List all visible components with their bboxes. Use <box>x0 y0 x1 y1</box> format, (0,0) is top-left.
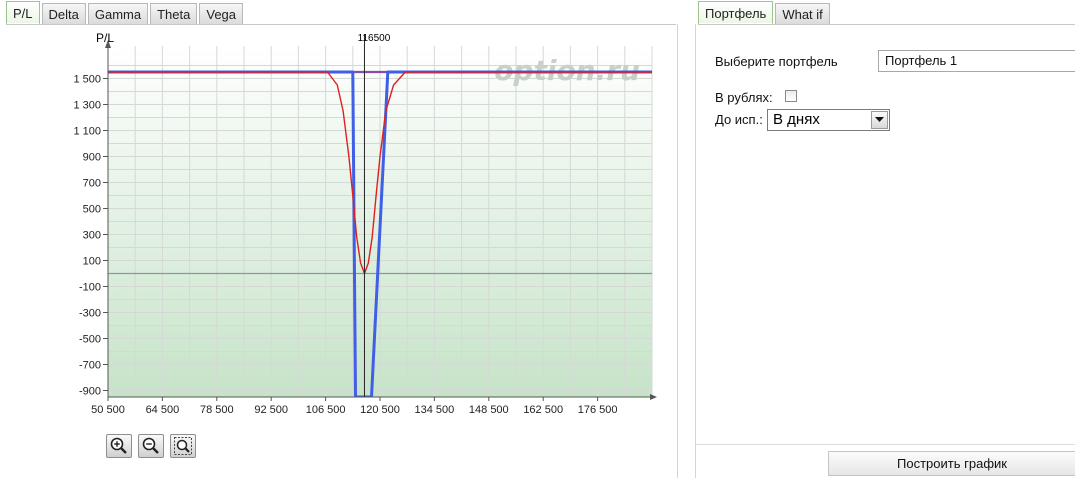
build-chart-button[interactable]: Построить график <box>828 451 1075 476</box>
y-tick-label: -500 <box>79 334 101 346</box>
settings-footer-divider <box>696 444 1075 445</box>
y-tick-label: -300 <box>79 308 101 320</box>
expiry-select[interactable]: В днях <box>767 109 890 131</box>
x-tick-label: 162 500 <box>523 404 563 416</box>
zoom-fit-icon <box>174 437 192 455</box>
rub-checkbox-label: В рублях: <box>715 90 773 105</box>
settings-panel-border <box>695 24 696 478</box>
tab-gamma[interactable]: Gamma <box>87 3 149 25</box>
x-axis-arrow <box>650 394 657 400</box>
portfolio-select[interactable]: Портфель 1 <box>878 50 1075 72</box>
y-tick-label: -700 <box>79 360 101 372</box>
zoom-out-button[interactable] <box>138 434 164 458</box>
y-tick-label: 300 <box>83 230 101 242</box>
zoom-fit-button[interactable] <box>170 434 196 458</box>
rub-checkbox[interactable] <box>785 90 797 102</box>
zoom-in-icon <box>110 437 127 454</box>
chart-tab-bar: P/L Delta Gamma Theta Vega <box>6 1 245 25</box>
x-tick-label: 176 500 <box>578 404 618 416</box>
settings-tab-underline <box>698 24 1075 25</box>
marker-label: 116500 <box>358 33 391 44</box>
y-tick-label: -900 <box>79 386 101 398</box>
tab-portfolio[interactable]: Портфель <box>698 1 774 25</box>
x-tick-label: 92 500 <box>254 404 288 416</box>
tab-vega[interactable]: Vega <box>199 3 244 25</box>
tab-pl[interactable]: P/L <box>6 1 40 25</box>
x-tick-label: 106 500 <box>306 404 346 416</box>
chart-panel-border <box>677 24 678 478</box>
tab-theta[interactable]: Theta <box>150 3 198 25</box>
x-tick-label: 64 500 <box>146 404 180 416</box>
y-tick-label: 1 100 <box>73 126 101 138</box>
expiry-select-label: До исп.: <box>715 112 763 127</box>
x-tick-label: 134 500 <box>415 404 455 416</box>
y-tick-label: 900 <box>83 152 101 164</box>
y-tick-label: 500 <box>83 204 101 216</box>
y-tick-label: -100 <box>79 282 101 294</box>
pl-chart: option.ru 1 5001 3001 100900700500300100… <box>73 31 657 416</box>
tab-delta[interactable]: Delta <box>41 3 86 25</box>
chevron-down-icon[interactable] <box>871 111 888 129</box>
y-tick-label: 100 <box>83 256 101 268</box>
y-tick-label: 1 300 <box>73 100 101 112</box>
y-tick-label: 700 <box>83 178 101 190</box>
x-tick-label: 50 500 <box>91 404 125 416</box>
chart-tab-underline <box>6 24 676 25</box>
x-tick-label: 78 500 <box>200 404 234 416</box>
portfolio-select-label: Выберите портфель <box>715 54 838 69</box>
x-tick-label: 120 500 <box>360 404 400 416</box>
y-axis-title: P/L <box>96 31 114 45</box>
x-tick-label: 148 500 <box>469 404 509 416</box>
zoom-in-button[interactable] <box>106 434 132 458</box>
settings-tab-bar: Портфель What if <box>698 1 832 25</box>
y-tick-label: 1 500 <box>73 74 101 86</box>
expiry-select-value: В днях <box>773 111 820 128</box>
zoom-out-icon <box>142 437 159 454</box>
tab-what-if[interactable]: What if <box>775 3 830 25</box>
